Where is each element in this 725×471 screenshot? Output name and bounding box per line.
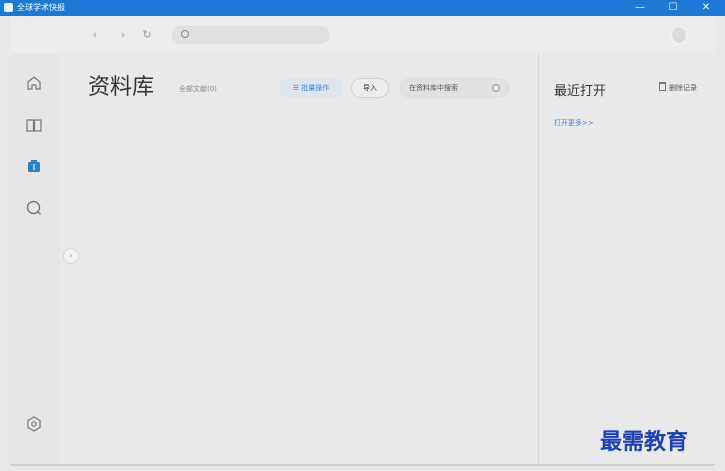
- nav-bar: ‹ › ↻: [10, 16, 715, 53]
- chevron-left-icon[interactable]: ‹: [88, 28, 102, 42]
- recent-panel: 最近打开 删除记录 打开更多>>: [539, 53, 715, 464]
- window-bottom-border: [10, 464, 715, 466]
- clear-history-label: 删除记录: [669, 84, 697, 92]
- book-icon[interactable]: [25, 116, 43, 134]
- minimize-button[interactable]: —: [623, 0, 657, 16]
- clear-history-button[interactable]: 删除记录: [659, 82, 697, 93]
- batch-operation-label: 批量操作: [301, 84, 330, 92]
- refresh-icon[interactable]: ↻: [140, 28, 154, 42]
- close-button[interactable]: ✕: [689, 0, 723, 16]
- chevron-right-icon[interactable]: ›: [116, 28, 130, 42]
- settings-icon[interactable]: [25, 415, 43, 433]
- library-search-placeholder: 在资料库中搜索: [409, 84, 458, 92]
- watermark: 最需教育: [600, 429, 689, 455]
- document-count[interactable]: 全部文献(0): [179, 84, 217, 94]
- search-icon[interactable]: [25, 199, 43, 217]
- window-title: 全球学术快报: [17, 3, 65, 12]
- list-icon: ☰: [292, 84, 302, 92]
- page-title: 资料库: [88, 75, 155, 100]
- home-icon[interactable]: [25, 74, 43, 92]
- library-panel: 资料库 全部文献(0) ☰ 批量操作 导入 在资料库中搜索 ›: [60, 53, 538, 464]
- open-more-link[interactable]: 打开更多>>: [554, 118, 594, 128]
- trash-icon: [659, 82, 666, 91]
- app-logo-icon: [4, 3, 13, 12]
- library-search-input[interactable]: 在资料库中搜索: [399, 78, 510, 98]
- recent-title: 最近打开: [554, 84, 607, 99]
- library-icon[interactable]: [25, 157, 43, 175]
- title-bar: 全球学术快报 — ☐ ✕: [0, 0, 725, 16]
- maximize-button[interactable]: ☐: [656, 0, 690, 16]
- avatar[interactable]: [670, 25, 688, 45]
- sidebar: [10, 53, 60, 464]
- expand-sidebar-button[interactable]: ›: [63, 248, 79, 264]
- batch-operation-button[interactable]: ☰ 批量操作: [279, 78, 343, 98]
- address-search-input[interactable]: [172, 26, 330, 44]
- search-icon: [492, 84, 500, 92]
- search-icon: [181, 30, 189, 38]
- import-button[interactable]: 导入: [351, 78, 389, 98]
